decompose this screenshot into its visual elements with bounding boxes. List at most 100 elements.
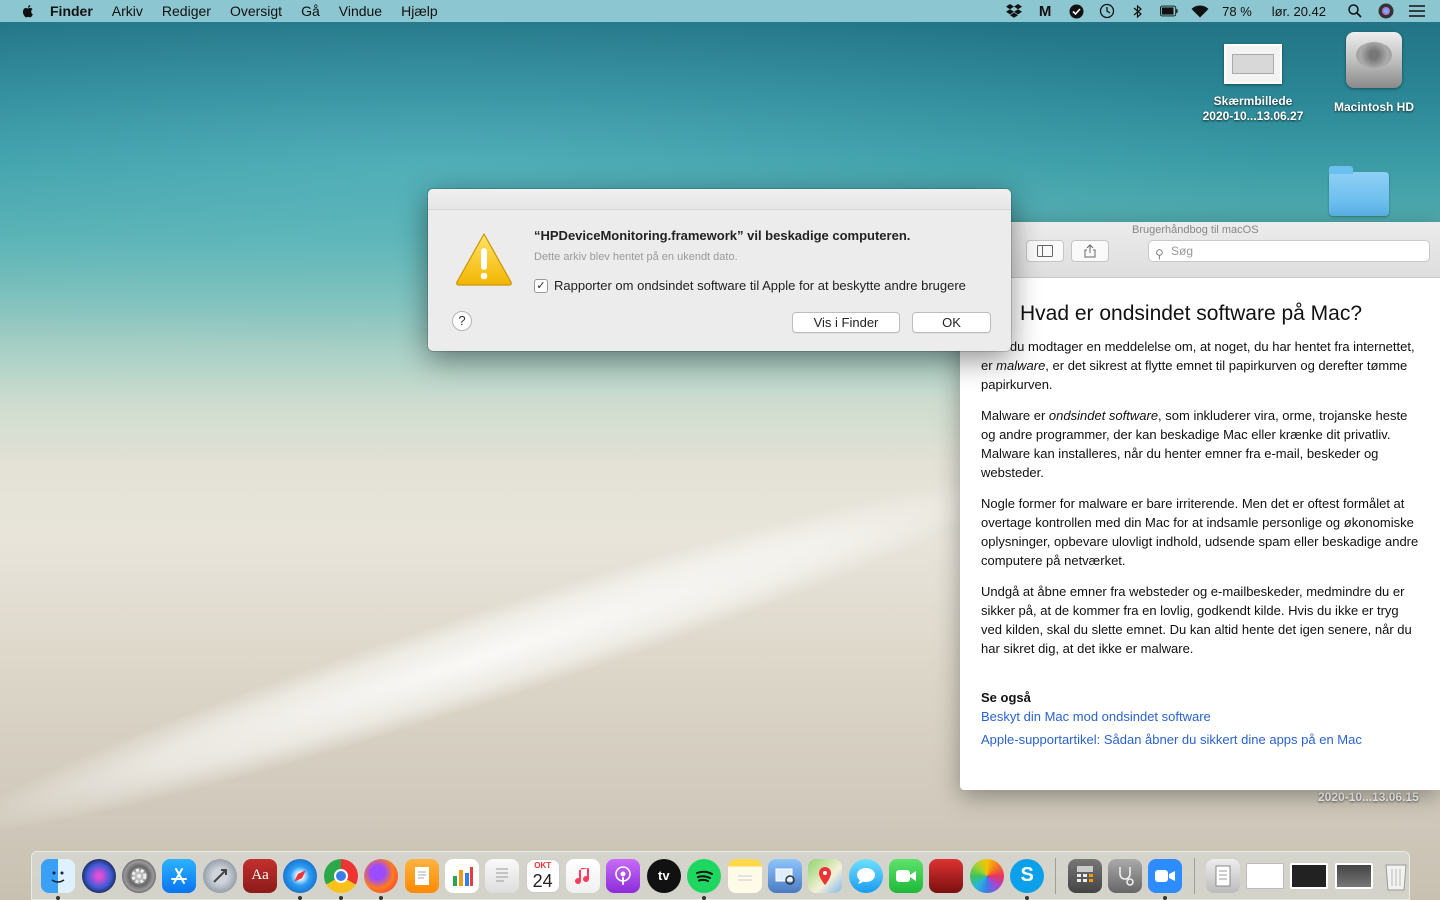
map-pin-icon <box>819 866 832 885</box>
dock-recent-item-3[interactable] <box>1334 862 1373 889</box>
video-camera-icon <box>1155 869 1176 882</box>
dock-calendar[interactable]: OKT 24 <box>525 858 560 893</box>
siri-icon[interactable] <box>1377 3 1395 19</box>
dock-skype[interactable]: S <box>1010 858 1045 900</box>
bluetooth-icon[interactable] <box>1129 3 1147 19</box>
pages-icon <box>414 866 429 885</box>
dock-firefox[interactable] <box>364 858 399 900</box>
help-search-input[interactable]: ⚲ Søg <box>1148 240 1430 262</box>
dock-textedit[interactable] <box>485 858 520 893</box>
notes-icon <box>737 875 752 880</box>
dock-photo-booth[interactable] <box>929 858 964 893</box>
dock-dictionary[interactable]: Aa <box>243 858 278 893</box>
calendar-month: OKT <box>534 860 552 870</box>
music-note-icon <box>575 867 590 884</box>
link-protect-mac[interactable]: Beskyt din Mac mod ondsindet software <box>981 705 1420 728</box>
desktop-macintosh-hd[interactable]: Macintosh HD <box>1326 32 1422 115</box>
menu-bar: Finder Arkiv Rediger Oversigt Gå Vindue … <box>0 0 1440 22</box>
help-paragraph-3: Nogle former for malware er bare irriter… <box>981 496 1419 568</box>
dock-zoom[interactable] <box>1148 858 1183 900</box>
wifi-icon[interactable] <box>1191 3 1209 19</box>
dock-safari[interactable] <box>283 858 318 900</box>
check-icon[interactable] <box>1067 3 1085 19</box>
report-malware-checkbox-row[interactable]: ✓ Rapporter om ondsindet software til Ap… <box>534 278 966 293</box>
dock-siri[interactable] <box>81 858 116 893</box>
show-in-finder-button[interactable]: Vis i Finder <box>792 312 900 333</box>
preview-icon <box>775 868 795 885</box>
dock-notes[interactable] <box>727 858 762 893</box>
time-machine-icon[interactable] <box>1098 3 1116 19</box>
dock-documents-stack[interactable] <box>1205 858 1240 893</box>
search-placeholder: Søg <box>1171 244 1194 258</box>
help-toolbar: Brugerhåndbog til macOS ⚲ Søg <box>960 222 1440 278</box>
help-heading: Hvad er ondsindet software på Mac? <box>1020 302 1363 325</box>
dock-preview[interactable] <box>767 858 802 893</box>
malware-alert-dialog: “HPDeviceMonitoring.framework” vil beska… <box>428 189 1011 351</box>
dock-spotify[interactable] <box>687 858 722 900</box>
dock-trash[interactable] <box>1379 859 1413 893</box>
m-icon[interactable]: M <box>1036 3 1054 20</box>
dock-messages[interactable] <box>848 858 883 893</box>
dock-calculator[interactable] <box>1067 858 1102 893</box>
dock-launchpad[interactable] <box>202 858 237 893</box>
link-support-article[interactable]: Apple-supportartikel: Sådan åbner du sik… <box>981 728 1420 751</box>
dock-facetime[interactable] <box>889 858 924 893</box>
dock-system-preferences[interactable] <box>121 858 156 893</box>
dock-podcasts[interactable] <box>606 858 641 893</box>
menu-rediger[interactable]: Rediger <box>162 3 211 19</box>
stethoscope-icon <box>1119 866 1134 886</box>
help-content: Hvad er ondsindet software på Mac? Hvis … <box>960 278 1440 751</box>
menu-vindue[interactable]: Vindue <box>339 3 382 19</box>
dock-numbers[interactable] <box>444 858 479 893</box>
spotify-icon <box>696 870 714 882</box>
menu-finder[interactable]: Finder <box>50 3 93 19</box>
dock-recent-item-2[interactable] <box>1290 862 1329 889</box>
hd-label: Macintosh HD <box>1333 100 1414 114</box>
camera-icon <box>896 869 917 882</box>
dock-apple-tv[interactable]: tv <box>646 858 681 893</box>
sidebar-toggle-button[interactable] <box>1026 240 1064 262</box>
desktop-file-label[interactable]: 2020-10...13.06.15 <box>1318 790 1419 804</box>
apple-icon[interactable] <box>20 3 36 19</box>
compass-icon <box>294 869 307 882</box>
see-also-heading: Se også <box>981 690 1031 705</box>
gear-icon <box>131 868 147 883</box>
rocket-icon <box>212 868 227 883</box>
desktop-screenshot-file[interactable]: Skærmbillede 2020-10...13.06.27 <box>1194 44 1312 124</box>
dock-music[interactable] <box>566 858 601 893</box>
dock-pages[interactable] <box>404 858 439 893</box>
screenshot-label-line1: Skærmbillede <box>1213 94 1293 108</box>
battery-percent[interactable]: 78 % <box>1222 4 1252 19</box>
report-malware-checkbox[interactable]: ✓ <box>534 278 548 293</box>
clock[interactable]: lør. 20.42 <box>1272 4 1326 19</box>
menu-oversigt[interactable]: Oversigt <box>230 3 282 19</box>
dock-photos[interactable] <box>969 858 1004 893</box>
alert-titlebar[interactable] <box>428 189 1011 210</box>
dock-maps[interactable] <box>808 858 843 893</box>
document-icon <box>1215 865 1231 886</box>
search-icon[interactable] <box>1346 3 1364 19</box>
menu-hjaelp[interactable]: Hjælp <box>401 3 438 19</box>
help-paragraph-1: Hvis du modtager en meddelelse om, at no… <box>981 339 1415 392</box>
dock-recent-item-1[interactable] <box>1246 862 1285 889</box>
menu-ga[interactable]: Gå <box>301 3 320 19</box>
dock-chrome[interactable] <box>323 858 358 900</box>
report-malware-label[interactable]: Rapporter om ondsindet software til Appl… <box>554 278 966 293</box>
screenshot-label-line2: 2020-10...13.06.27 <box>1202 109 1304 123</box>
battery-icon[interactable] <box>1160 3 1178 19</box>
calculator-icon <box>1076 865 1093 882</box>
dock-finder[interactable] <box>41 858 76 900</box>
search-icon: ⚲ <box>1155 247 1164 261</box>
share-button[interactable] <box>1071 240 1109 262</box>
dock-app-store[interactable] <box>162 858 197 893</box>
ok-button[interactable]: OK <box>912 312 991 333</box>
desktop-folder-icon[interactable] <box>1329 166 1389 216</box>
help-paragraph-4: Undgå at åbne emner fra websteder og e-m… <box>981 584 1412 656</box>
help-viewer-window: Brugerhåndbog til macOS ⚲ Søg Hvad er on… <box>960 222 1440 790</box>
dock-disk-utility[interactable] <box>1107 858 1142 893</box>
list-icon[interactable] <box>1408 3 1426 19</box>
menu-arkiv[interactable]: Arkiv <box>112 3 143 19</box>
chrome-icon <box>333 868 348 883</box>
dropbox-icon[interactable] <box>1005 3 1023 19</box>
help-button[interactable]: ? <box>452 311 472 331</box>
